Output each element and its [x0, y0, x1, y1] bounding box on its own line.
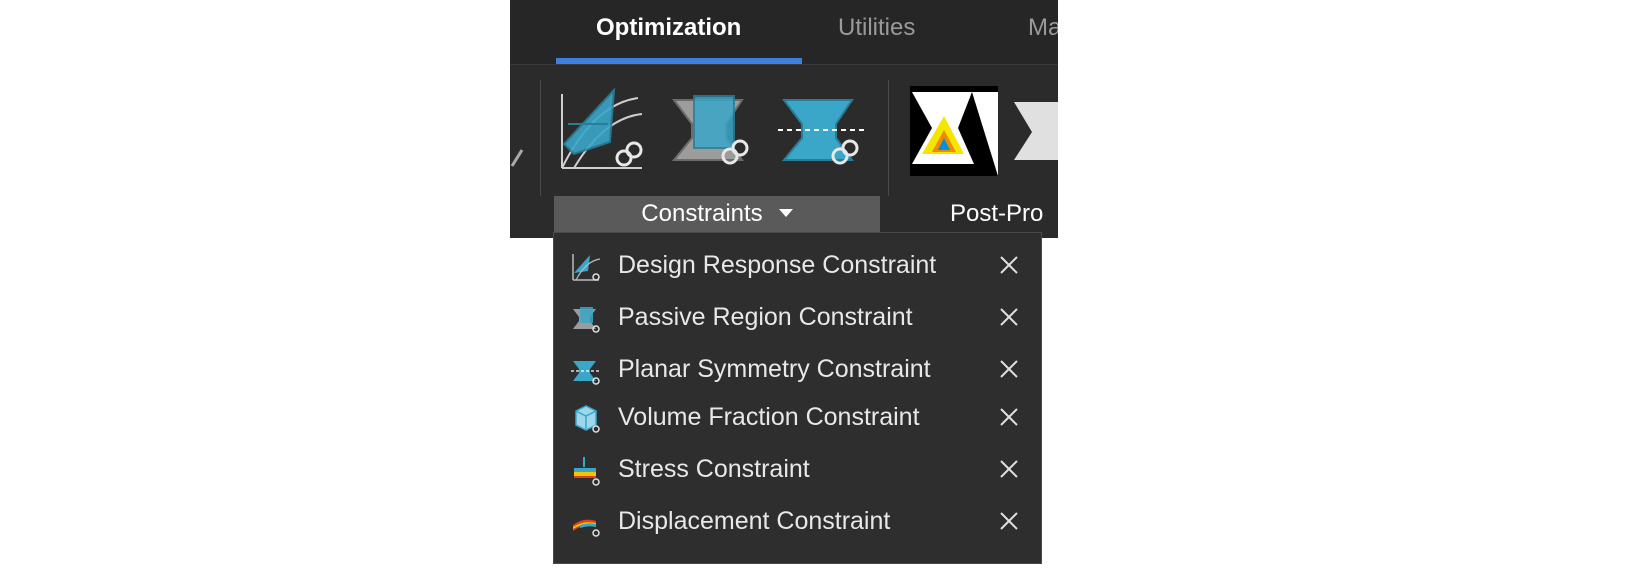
menu-item-design-response-constraint[interactable]: Design Response Constraint [554, 241, 1041, 289]
group-separator [888, 80, 889, 196]
menu-item-stress-constraint[interactable]: Stress Constraint [554, 445, 1041, 493]
passive-region-constraint-icon [671, 95, 749, 165]
post-processing-group-label: Post-Pro [950, 200, 1044, 227]
partial-result-icon [1010, 96, 1058, 166]
passive-region-constraint-icon [570, 303, 602, 335]
close-icon[interactable] [995, 251, 1023, 279]
close-icon[interactable] [995, 403, 1023, 431]
tab-ma[interactable]: Ma [1028, 0, 1058, 60]
ribbon-tab-bar: Optimization Utilities Ma [510, 0, 1058, 65]
menu-item-label: Volume Fraction Constraint [618, 403, 920, 431]
active-tab-indicator [556, 58, 802, 64]
partial-tool-icon [510, 148, 526, 168]
close-icon[interactable] [995, 507, 1023, 535]
optimization-result-tool[interactable] [906, 84, 1002, 178]
menu-item-volume-fraction-constraint[interactable]: Volume Fraction Constraint [554, 393, 1041, 441]
constraints-menu: Design Response Constraint Passive Regio… [553, 232, 1042, 564]
menu-item-passive-region-constraint[interactable]: Passive Region Constraint [554, 293, 1041, 341]
menu-item-label: Design Response Constraint [618, 251, 937, 279]
group-separator [540, 80, 541, 196]
displacement-constraint-icon [570, 507, 602, 539]
planar-symmetry-constraint-icon [778, 99, 866, 165]
menu-item-label: Planar Symmetry Constraint [618, 355, 931, 383]
close-icon[interactable] [995, 303, 1023, 331]
design-response-constraint-icon [570, 251, 602, 283]
caret-down-icon [778, 208, 793, 217]
constraints-dropdown-button[interactable]: Constraints [554, 196, 880, 232]
tab-utilities[interactable]: Utilities [838, 0, 915, 60]
menu-item-planar-symmetry-constraint[interactable]: Planar Symmetry Constraint [554, 345, 1041, 393]
close-icon[interactable] [995, 455, 1023, 483]
optimization-result-icon [910, 86, 998, 176]
planar-symmetry-constraint-icon [570, 355, 602, 387]
volume-fraction-constraint-icon [570, 403, 602, 435]
ribbon: Optimization Utilities Ma Constraints Po… [510, 0, 1058, 238]
menu-item-label: Passive Region Constraint [618, 303, 913, 331]
menu-item-displacement-constraint[interactable]: Displacement Constraint [554, 497, 1041, 545]
stress-constraint-icon [570, 455, 602, 487]
constraints-label: Constraints [641, 200, 763, 227]
design-response-constraint-icon [561, 87, 643, 169]
passive-region-constraint-tool[interactable] [664, 84, 760, 178]
design-response-constraint-tool[interactable] [554, 84, 650, 178]
planar-symmetry-constraint-tool[interactable] [774, 84, 870, 178]
tab-optimization[interactable]: Optimization [596, 0, 741, 60]
close-icon[interactable] [995, 355, 1023, 383]
menu-item-label: Displacement Constraint [618, 507, 891, 535]
menu-item-label: Stress Constraint [618, 455, 810, 483]
